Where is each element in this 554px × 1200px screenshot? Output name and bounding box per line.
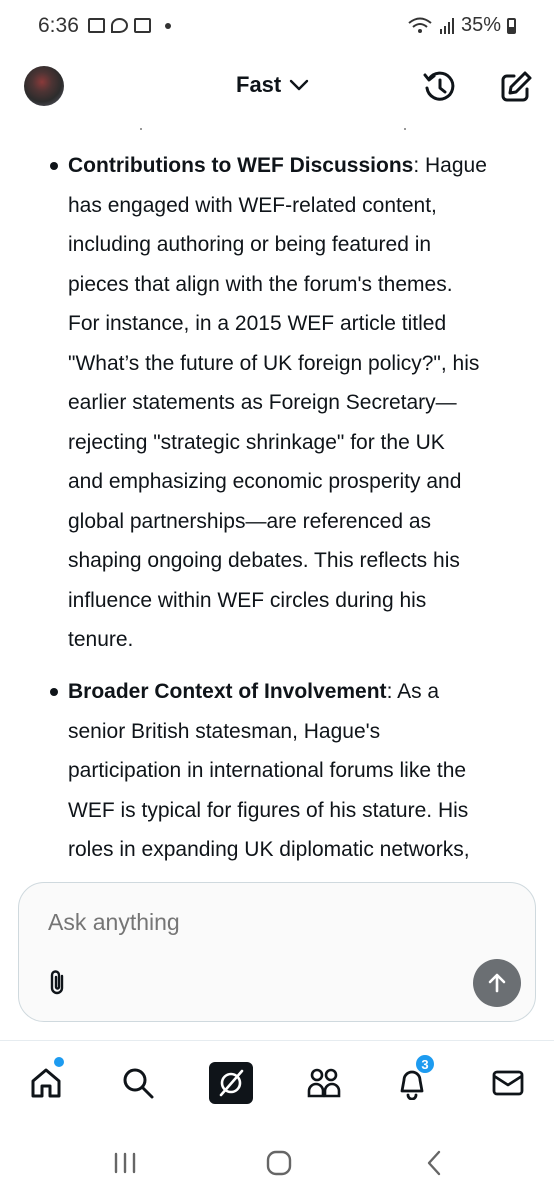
send-button[interactable] xyxy=(473,959,521,1007)
battery-percent: 35% xyxy=(460,14,501,36)
messages-icon xyxy=(492,1070,524,1096)
ask-box xyxy=(18,882,536,1022)
response-content: Contributions to WEF Discussions: Hague … xyxy=(0,120,554,880)
bullet-icon xyxy=(50,688,58,696)
notifications-badge: 3 xyxy=(414,1053,436,1075)
nav-search[interactable] xyxy=(118,1063,158,1103)
bullet-title: Contributions to WEF Discussions xyxy=(68,154,414,177)
communities-icon xyxy=(307,1068,341,1098)
bottom-nav: 3 xyxy=(0,1040,554,1128)
gallery-icon xyxy=(88,18,105,33)
status-right: 35% xyxy=(407,14,516,37)
arrow-up-icon xyxy=(488,973,506,993)
ask-input[interactable] xyxy=(48,909,468,936)
nav-communities[interactable] xyxy=(304,1063,344,1103)
recent-apps-icon[interactable] xyxy=(110,1148,140,1178)
history-icon[interactable] xyxy=(422,69,458,105)
status-bar: 6:36 35% xyxy=(0,0,554,56)
scroll-fade xyxy=(0,124,554,134)
nav-home[interactable] xyxy=(26,1063,66,1103)
nav-grok[interactable] xyxy=(208,1062,254,1104)
mail-icon xyxy=(134,18,151,33)
app-notification-icon xyxy=(111,18,128,33)
status-time: 6:36 xyxy=(38,14,79,37)
chevron-down-icon xyxy=(290,79,309,91)
nav-messages[interactable] xyxy=(488,1063,528,1103)
compose-icon[interactable] xyxy=(498,69,534,105)
mode-label: Fast xyxy=(236,72,282,97)
bullet-icon xyxy=(50,162,58,170)
mode-selector-button[interactable]: Fast xyxy=(236,72,309,98)
home-icon xyxy=(31,1068,61,1098)
more-notifications-icon xyxy=(165,22,171,29)
list-item-text: Contributions to WEF Discussions: Hague … xyxy=(68,154,487,651)
app-header: Fast xyxy=(0,56,554,120)
avatar[interactable] xyxy=(24,66,64,106)
wifi-icon xyxy=(408,17,432,33)
battery-icon xyxy=(507,17,516,34)
paperclip-icon[interactable] xyxy=(45,967,71,997)
back-icon[interactable] xyxy=(420,1148,450,1178)
list-item-text: Broader Context of Involvement: As a sen… xyxy=(68,680,470,861)
search-icon xyxy=(123,1068,154,1099)
signal-icon xyxy=(439,17,454,34)
system-nav-bar xyxy=(0,1128,554,1200)
status-notification-icons xyxy=(88,18,171,33)
home-unread-dot xyxy=(54,1057,64,1067)
grok-icon xyxy=(209,1062,253,1104)
home-button-icon[interactable] xyxy=(264,1148,294,1178)
bullet-title: Broader Context of Involvement xyxy=(68,680,387,703)
